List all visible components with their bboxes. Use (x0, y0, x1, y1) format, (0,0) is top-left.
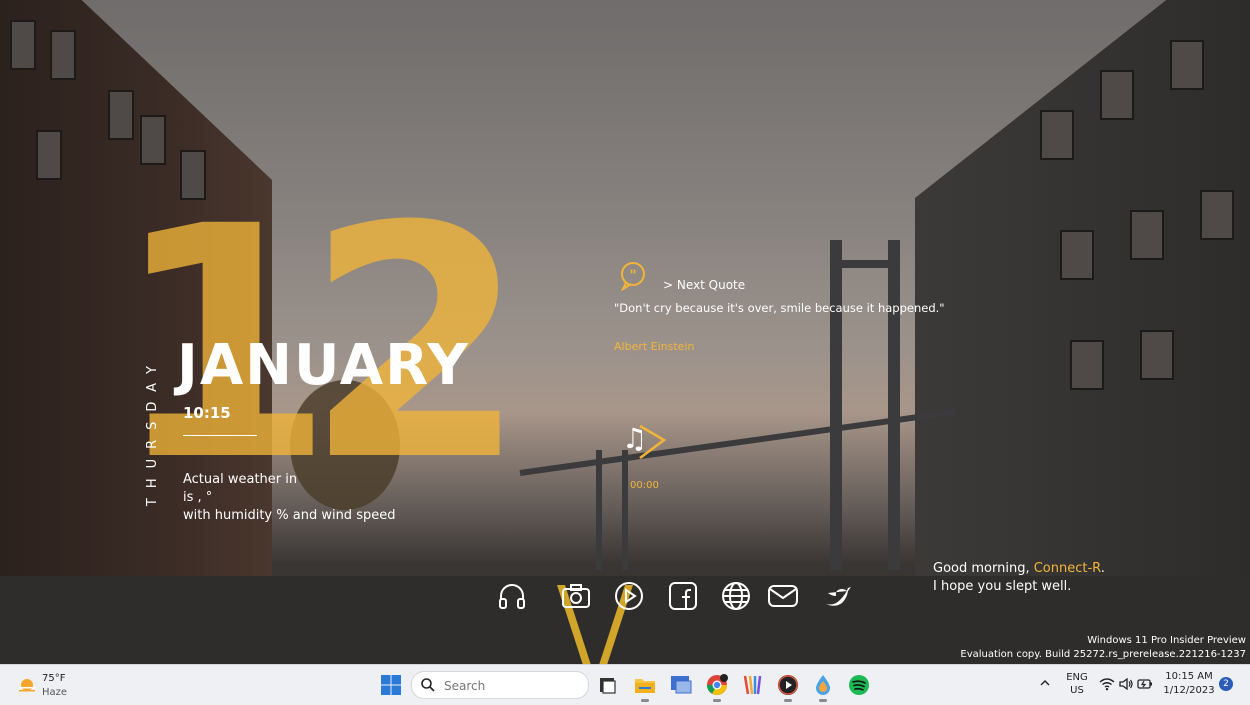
weekday-label: THURSDAY (145, 356, 160, 507)
taskbar-weather[interactable]: 75°F Haze (14, 671, 84, 701)
search-input[interactable] (442, 676, 584, 696)
spotify-icon (849, 675, 869, 695)
wallpaper-window (108, 90, 134, 140)
search-icon (421, 678, 435, 692)
taskbar-clock[interactable]: 10:15 AM 1/12/2023 (1160, 670, 1218, 698)
wifi-icon[interactable] (1099, 676, 1115, 692)
camera-icon (562, 584, 590, 608)
water-drop-icon (816, 675, 830, 695)
chrome-button[interactable] (705, 673, 729, 697)
svg-text:": " (629, 268, 636, 284)
windows-start-icon[interactable] (381, 675, 401, 695)
wallpaper-bridge-tower (596, 450, 602, 570)
running-indicator (784, 699, 792, 702)
chrome-icon (707, 674, 728, 695)
windows-watermark: Windows 11 Pro Insider Preview Evaluatio… (960, 634, 1246, 662)
watermark-line: Evaluation copy. Build 25272.rs_prerelea… (960, 649, 1246, 660)
file-explorer-icon (635, 679, 655, 693)
next-quote-link[interactable]: > Next Quote (663, 278, 745, 292)
language-indicator[interactable]: ENG US (1064, 671, 1090, 697)
quote-icon: " (620, 262, 645, 291)
weather-line: is , ° (183, 490, 213, 505)
music-note-icon[interactable]: ♫ (620, 418, 670, 466)
weather-line: with humidity % and wind speed (183, 508, 396, 523)
time-label: 10:15 (183, 404, 231, 422)
wallpaper-window (1060, 230, 1094, 280)
play-icon (615, 582, 643, 610)
divider (183, 435, 257, 436)
haze-sun-icon (19, 679, 35, 692)
wallpaper-bridge-tower (830, 260, 900, 268)
mail-icon (768, 585, 798, 607)
wallpaper-window (1070, 340, 1104, 390)
play-button[interactable] (613, 580, 645, 612)
weather-condition: Haze (42, 687, 68, 698)
language-code: ENG (1066, 672, 1088, 683)
globe-icon (722, 582, 750, 610)
wallpaper-bridge-tower (830, 240, 842, 570)
volume-icon[interactable] (1118, 676, 1134, 692)
greeting-suffix: . (1100, 561, 1105, 576)
month-label: JANUARY (177, 333, 470, 398)
greeting-name: Connect-R (1033, 561, 1101, 576)
taskbar: 75°F Haze ENG (0, 664, 1250, 705)
greeting-line2: I hope you slept well. (933, 579, 1072, 594)
facebook-button[interactable] (667, 580, 699, 612)
weather-widget: Actual weather in is , ° with humidity %… (183, 471, 395, 525)
desktop-wallpaper: 12 THURSDAY JANUARY 10:15 Actual weather… (0, 0, 1250, 664)
clock-date: 1/12/2023 (1163, 685, 1215, 696)
chevron-up-icon[interactable] (1039, 677, 1051, 689)
wallpaper-bridge-tower (622, 450, 628, 570)
camera-button[interactable] (560, 580, 592, 612)
headphones-button[interactable] (496, 580, 528, 612)
running-indicator (819, 699, 827, 702)
stripe-app-button[interactable] (740, 673, 764, 697)
wallpaper-window (140, 115, 166, 165)
weather-line: Actual weather in (183, 472, 298, 487)
clock-time: 10:15 AM (1165, 671, 1213, 682)
facebook-icon (669, 582, 697, 610)
remote-desktop-icon (671, 676, 692, 694)
svg-text:♫: ♫ (622, 422, 647, 455)
wallpaper-window (1040, 110, 1074, 160)
file-explorer-button[interactable] (633, 673, 657, 697)
media-player-icon (778, 675, 798, 695)
water-drop-button[interactable] (811, 673, 835, 697)
battery-icon[interactable] (1137, 676, 1153, 692)
wallpaper-window (36, 130, 62, 180)
task-view-icon (600, 678, 616, 694)
twitter-button[interactable] (822, 580, 854, 612)
weather-temp: 75°F (42, 673, 66, 684)
region-code: US (1070, 685, 1084, 696)
watermark-line: Windows 11 Pro Insider Preview (1087, 635, 1246, 646)
wallpaper-window (1100, 70, 1134, 120)
running-indicator (713, 699, 721, 702)
wallpaper-window (1130, 210, 1164, 260)
quote-author: Albert Einstein (614, 340, 695, 353)
taskbar-search[interactable] (411, 671, 589, 699)
wallpaper-window (1170, 40, 1204, 90)
task-view-button[interactable] (597, 673, 621, 697)
notification-badge[interactable]: 2 (1219, 677, 1233, 691)
wallpaper-window (1140, 330, 1174, 380)
wallpaper-building-right (915, 0, 1250, 600)
mail-button[interactable] (767, 580, 799, 612)
greeting-prefix: Good morning, (933, 561, 1034, 576)
browser-button[interactable] (720, 580, 752, 612)
spotify-button[interactable] (847, 673, 871, 697)
headphones-icon (499, 584, 525, 609)
greeting: Good morning, Connect-R. I hope you slep… (933, 560, 1105, 596)
wallpaper-window (50, 30, 76, 80)
media-player-button[interactable] (776, 673, 800, 697)
running-indicator (641, 699, 649, 702)
remote-desktop-button[interactable] (669, 673, 693, 697)
wallpaper-bridge-tower (888, 240, 900, 570)
stripe-app-icon (743, 675, 762, 695)
twitter-icon (826, 587, 851, 606)
wallpaper-window (1200, 190, 1234, 240)
quote-text: "Don't cry because it's over, smile beca… (614, 301, 945, 315)
music-time: 00:00 (630, 480, 659, 491)
wallpaper-window (10, 20, 36, 70)
